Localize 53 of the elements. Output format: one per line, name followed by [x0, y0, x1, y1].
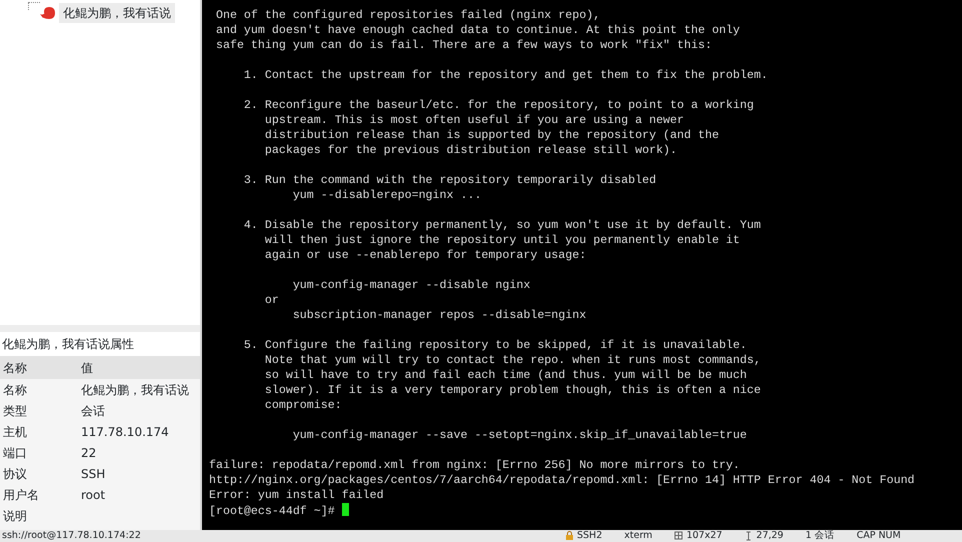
terminal-line: [root@ecs-44df ~]# — [209, 505, 336, 518]
terminal-line: Error: yum install failed — [209, 489, 384, 502]
property-name: 主机 — [2, 424, 28, 440]
property-name: 协议 — [2, 466, 28, 482]
terminal-line: compromise: — [264, 399, 342, 412]
terminal-line: 5. Configure the failing repository to be skipped, if it is unavailable. — [242, 339, 747, 352]
properties-title: 化鲲为鹏，我有话说属性 — [0, 332, 200, 356]
property-value: 22 — [81, 444, 98, 462]
grid-icon — [674, 531, 684, 541]
property-name: 用户名 — [2, 486, 40, 504]
terminal-line: slower). If it is a very temporary problem though, this is often a nice — [264, 384, 761, 397]
session-tree-item[interactable]: 化鲲为鹏，我有话说 — [59, 3, 175, 23]
terminal-line: http://nginx.org/packages/centos/7/aarch64/repodata/repomd.xml: [Errno 14] HTTP Error 404 - Not Found — [209, 474, 915, 487]
terminal-line: distribution release than is supported by the repository (and the — [264, 129, 719, 142]
lock-icon — [565, 531, 574, 541]
property-value: SSH — [81, 466, 106, 482]
terminal-line: packages for the previous distribution release still work). — [264, 144, 678, 157]
terminal-line: 1. Contact the upstream for the repository and get them to fix the problem. — [242, 69, 768, 82]
terminal-line: 4. Disable the repository permanently, so yum won't use it by default. Yum — [242, 219, 761, 232]
status-text: 1 会话 — [805, 530, 835, 542]
terminal-line: or — [264, 294, 279, 307]
status-text: CAP NUM — [856, 530, 901, 542]
property-value: root — [81, 486, 106, 504]
status-text: xterm — [624, 530, 652, 542]
terminal-line: upstream. This is most often useful if you are using a newer — [264, 114, 684, 127]
terminal-line: yum-config-manager --disable nginx — [292, 279, 530, 292]
property-name: 端口 — [2, 444, 28, 462]
terminal-line: One of the configured repositories failed (nginx repo), — [214, 9, 600, 22]
terminal-line: again or use --enablerepo for temporary usage: — [264, 249, 586, 262]
terminal-screen[interactable] — [202, 0, 962, 530]
status-text: 107x27 — [686, 530, 722, 542]
terminal-line: and yum doesn't have enough cached data to continue. At this point the only — [214, 24, 740, 37]
table-header: 名称 值 — [0, 356, 200, 379]
terminal-line: will then just ignore the repository until you permanently enable it — [264, 234, 740, 247]
terminal-line: yum --disablerepo=nginx ... — [292, 189, 482, 202]
property-name: 名称 — [2, 382, 28, 398]
property-name: 说明 — [2, 508, 28, 524]
cursor-icon — [744, 531, 754, 541]
terminal-line: yum-config-manager --save --setopt=nginx.skip_if_unavailable=true — [292, 429, 747, 442]
terminal-line: 3. Run the command with the repository temporarily disabled — [242, 174, 656, 187]
property-value: 会话 — [81, 402, 106, 420]
property-value: 化鲲为鹏，我有话说 — [81, 382, 190, 398]
terminal-line: subscription-manager repos --disable=nginx — [292, 309, 586, 322]
terminal-line: 2. Reconfigure the baseurl/etc. for the repository, to point to a working — [242, 99, 754, 112]
terminal-line: so will have to try and fail each time (and thus. yum will be be much — [264, 369, 747, 382]
property-value: 117.78.10.174 — [81, 424, 170, 440]
status-text: SSH2 — [577, 530, 602, 542]
property-name: 类型 — [2, 402, 28, 420]
status-text: 27,29 — [756, 530, 784, 542]
terminal-line: safe thing yum can do is fail. There are a few ways to work "fix" this: — [214, 39, 712, 52]
terminal-line: failure: repodata/repomd.xml from nginx: [Errno 256] No more mirrors to try. — [209, 459, 740, 472]
connection-address: ssh://root@117.78.10.174:22 — [1, 530, 142, 542]
terminal-line: Note that yum will try to contact the repo. when it runs most commands, — [264, 354, 761, 367]
